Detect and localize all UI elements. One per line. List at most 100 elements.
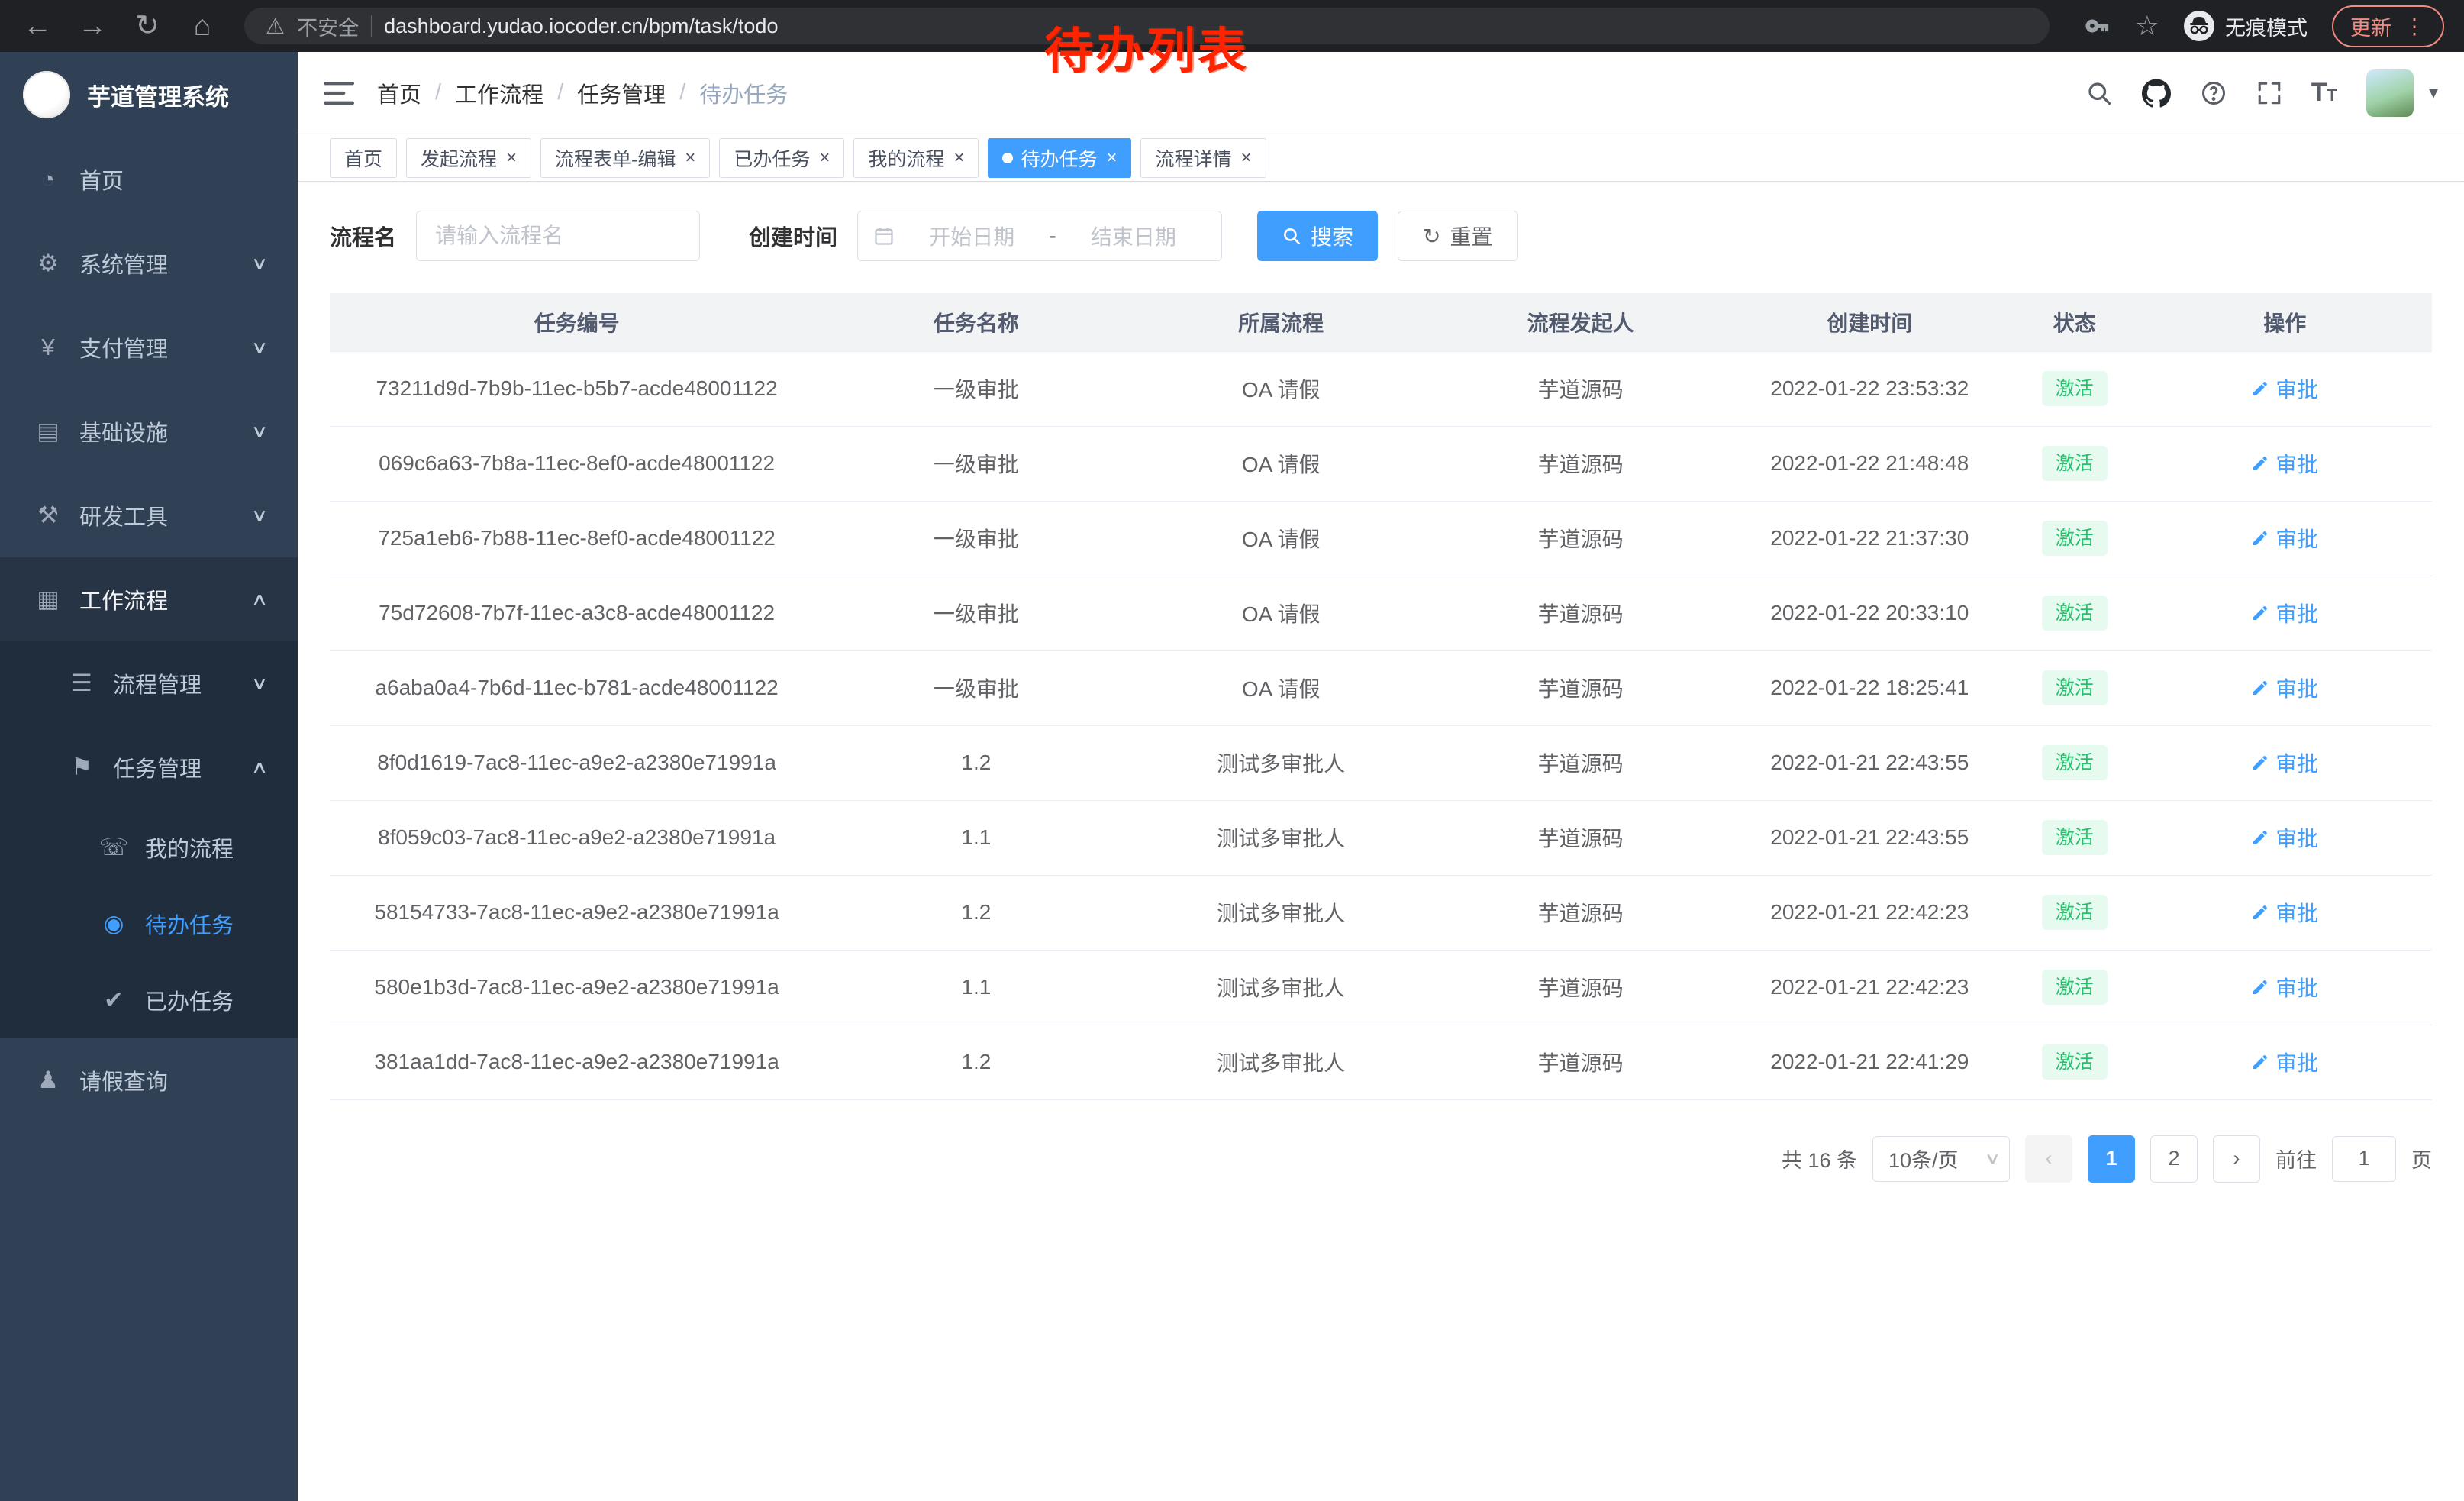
tab-4[interactable]: 我的流程× [853, 138, 979, 178]
tab-5[interactable]: 待办任务× [988, 138, 1131, 178]
approve-link[interactable]: 审批 [2251, 822, 2318, 853]
reload-icon[interactable]: ↻ [130, 0, 165, 52]
browser-menu-icon[interactable]: ⋮ [2404, 14, 2426, 39]
date-range-picker[interactable]: 开始日期 - 结束日期 [857, 211, 1222, 261]
logo-avatar [23, 71, 70, 118]
sidebar-item-label: 基础设施 [79, 415, 168, 447]
approve-link[interactable]: 审批 [2251, 972, 2318, 1002]
status-badge: 激活 [2042, 446, 2108, 481]
sidebar-item-label: 待办任务 [145, 908, 234, 940]
process-cell: 测试多审批人 [1129, 950, 1434, 1025]
close-icon[interactable]: × [1241, 149, 1252, 167]
sidebar-item-home[interactable]: ◔首页 [0, 137, 298, 221]
sidebar-item-label: 我的流程 [145, 831, 234, 863]
bookmark-star-icon[interactable]: ☆ [2135, 10, 2159, 42]
task-name-cell: 1.1 [824, 950, 1128, 1025]
sidebar-item-todo-tasks[interactable]: ◉待办任务 [0, 886, 298, 962]
browser-actions: ☆ 无痕模式 更新 ⋮ [2085, 5, 2444, 47]
initiator-cell: 芋道源码 [1434, 501, 1728, 576]
process-name-input[interactable] [416, 211, 700, 261]
action-cell: 审批 [2137, 501, 2432, 576]
page-size-select[interactable]: 10条/页 ∨ [1872, 1136, 2010, 1182]
tab-3[interactable]: 已办任务× [719, 138, 844, 178]
search-icon[interactable] [2085, 79, 2113, 107]
navbar: 首页 / 工作流程 / 任务管理 / 待办任务 [298, 52, 2464, 134]
tab-0[interactable]: 首页 [330, 138, 397, 178]
page-button-2[interactable]: 2 [2150, 1135, 2198, 1183]
task-table-body: 73211d9d-7b9b-11ec-b5b7-acde48001122一级审批… [330, 351, 2432, 1099]
initiator-cell: 芋道源码 [1434, 576, 1728, 650]
sidebar-item-payment-management[interactable]: ¥支付管理∨ [0, 305, 298, 389]
approve-link[interactable]: 审批 [2251, 747, 2318, 778]
approve-link[interactable]: 审批 [2251, 897, 2318, 928]
sidebar-item-infrastructure[interactable]: ▤基础设施∨ [0, 389, 298, 473]
close-icon[interactable]: × [506, 149, 517, 167]
list-icon: ☰ [66, 670, 98, 697]
avatar[interactable] [2366, 69, 2414, 117]
sidebar-item-label: 支付管理 [79, 331, 168, 363]
initiator-cell: 芋道源码 [1434, 950, 1728, 1025]
update-button[interactable]: 更新 ⋮ [2332, 5, 2444, 47]
key-icon[interactable] [2085, 13, 2111, 39]
sidebar-item-dev-tools[interactable]: ⚒研发工具∨ [0, 473, 298, 557]
logo-row[interactable]: 芋道管理系统 [0, 52, 298, 137]
status-cell: 激活 [2011, 875, 2137, 950]
approve-link[interactable]: 审批 [2251, 1047, 2318, 1077]
created-cell: 2022-01-22 21:48:48 [1727, 426, 2011, 501]
sidebar-item-label: 已办任务 [145, 984, 234, 1016]
goto-page-input[interactable] [2332, 1136, 2396, 1182]
close-icon[interactable]: × [819, 149, 830, 167]
sidebar-toggle-icon[interactable] [324, 80, 354, 106]
breadcrumb-separator: / [557, 80, 563, 105]
tab-6[interactable]: 流程详情× [1140, 138, 1266, 178]
tab-2[interactable]: 流程表单-编辑× [540, 138, 710, 178]
process-cell: OA 请假 [1129, 501, 1434, 576]
range-separator: - [1049, 224, 1056, 248]
reset-button[interactable]: ↻ 重置 [1398, 211, 1517, 261]
prev-page-button[interactable]: ‹ [2025, 1135, 2072, 1183]
fullscreen-icon[interactable] [2256, 80, 2282, 106]
sidebar-item-my-process[interactable]: ☏ 我的流程 [0, 809, 298, 886]
breadcrumb-item[interactable]: 任务管理 [577, 77, 666, 109]
headset-icon: ☏ [98, 834, 130, 861]
breadcrumb-item[interactable]: 工作流程 [455, 77, 543, 109]
active-tab-dot [1002, 153, 1013, 163]
approve-link[interactable]: 审批 [2251, 523, 2318, 554]
close-icon[interactable]: × [1106, 149, 1117, 167]
search-button[interactable]: 搜索 [1257, 211, 1378, 261]
forward-icon[interactable]: → [75, 0, 110, 52]
tab-1[interactable]: 发起流程× [406, 138, 531, 178]
yen-icon: ¥ [32, 334, 64, 361]
help-icon[interactable] [2200, 79, 2227, 107]
approve-link[interactable]: 审批 [2251, 448, 2318, 479]
sidebar-item-workflow[interactable]: ▦工作流程∧ [0, 557, 298, 641]
sidebar-item-system-management[interactable]: ⚙系统管理∨ [0, 221, 298, 305]
close-icon[interactable]: × [953, 149, 964, 167]
home-icon[interactable]: ⌂ [185, 0, 220, 52]
sidebar-item-task-management[interactable]: ⚑任务管理∧ [0, 725, 298, 809]
sidebar-item-process-management[interactable]: ☰流程管理∨ [0, 641, 298, 725]
back-icon[interactable]: ← [20, 0, 55, 52]
app: 芋道管理系统 ◔首页⚙系统管理∨¥支付管理∨▤基础设施∨⚒研发工具∨▦工作流程∧… [0, 52, 2464, 1501]
next-page-button[interactable]: › [2213, 1135, 2260, 1183]
breadcrumb-item[interactable]: 首页 [377, 77, 421, 109]
sidebar-item-label: 请假查询 [79, 1064, 168, 1096]
approve-link[interactable]: 审批 [2251, 373, 2318, 404]
sidebar-item-done-tasks[interactable]: ✔已办任务 [0, 962, 298, 1038]
screen: ← → ↻ ⌂ ⚠ 不安全 dashboard.yudao.iocoder.cn… [0, 0, 2464, 1501]
address-bar[interactable]: ⚠ 不安全 dashboard.yudao.iocoder.cn/bpm/tas… [244, 8, 2050, 44]
initiator-cell: 芋道源码 [1434, 800, 1728, 875]
table-row: 8f0d1619-7ac8-11ec-a9e2-a2380e71991a1.2测… [330, 725, 2432, 800]
font-size-icon[interactable]: TT [2311, 78, 2337, 108]
github-icon[interactable] [2142, 79, 2171, 108]
breadcrumb-separator: / [679, 80, 685, 105]
status-cell: 激活 [2011, 950, 2137, 1025]
chevron-down-icon[interactable]: ▾ [2429, 82, 2438, 104]
approve-link[interactable]: 审批 [2251, 598, 2318, 628]
close-icon[interactable]: × [685, 149, 695, 167]
sidebar-item-leave-query[interactable]: ♟请假查询 [0, 1038, 298, 1122]
approve-link[interactable]: 审批 [2251, 673, 2318, 703]
status-cell: 激活 [2011, 426, 2137, 501]
page-button-1[interactable]: 1 [2088, 1135, 2135, 1183]
process-cell: 测试多审批人 [1129, 725, 1434, 800]
